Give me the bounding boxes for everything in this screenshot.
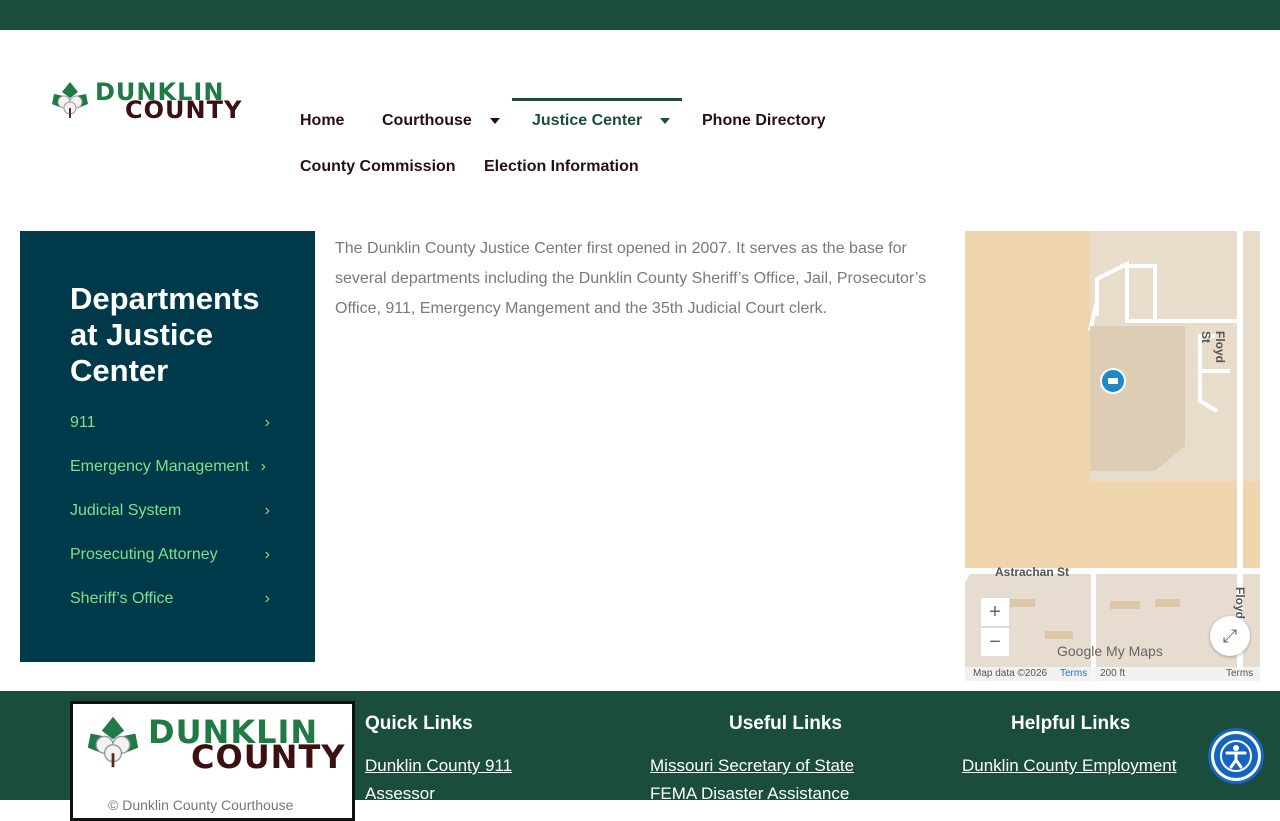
embedded-map[interactable]: Floyd St Astrachan St Floyd + − ⤢ Google… (965, 231, 1260, 681)
map-pin-icon[interactable] (1100, 368, 1126, 394)
chevron-right-icon: › (264, 414, 270, 431)
useful-links-title: Useful Links (729, 713, 842, 734)
footer-link-dunklin-county-911[interactable]: Dunklin County 911 (365, 756, 512, 776)
sidebar-item-sheriffs-office[interactable]: Sheriff’s Office › (70, 590, 270, 608)
sidebar-item-label: Prosecuting Attorney (70, 546, 218, 563)
cotton-boll-icon (87, 716, 139, 768)
map-scale: 200 ft (1100, 668, 1126, 679)
site-footer: DUNKLIN COUNTY © Dunklin County Courthou… (0, 691, 1280, 821)
accessibility-button[interactable] (1208, 728, 1264, 784)
justice-center-description: The Dunklin County Justice Center first … (335, 240, 927, 317)
zoom-out-button[interactable]: − (980, 627, 1010, 657)
map-terms-link[interactable]: Terms (1226, 668, 1253, 679)
sidebar-title: Departments at Justice Center (70, 281, 260, 388)
logo-line2: COUNTY (125, 96, 243, 124)
caret-down-icon (489, 118, 500, 124)
site-logo[interactable]: DUNKLIN COUNTY (50, 78, 241, 122)
nav-election-information-label: Election Information (484, 158, 639, 175)
map-brand: Google My Maps (1057, 643, 1163, 659)
sidebar-item-label: Sheriff’s Office (70, 590, 174, 607)
map-attribution-bar: Map data ©2026 Terms 200 ft Terms (965, 667, 1260, 681)
zoom-in-button[interactable]: + (980, 597, 1010, 627)
sidebar-item-911[interactable]: 911 › (70, 414, 270, 432)
chevron-right-icon: › (264, 590, 270, 607)
nav-election-information[interactable]: Election Information (484, 158, 639, 176)
nav-home-label: Home (300, 112, 345, 129)
footer-logo-box: DUNKLIN COUNTY © Dunklin County Courthou… (70, 701, 355, 821)
copyright-text: © Dunklin County Courthouse (108, 797, 294, 813)
nav-home[interactable]: Home (300, 112, 344, 130)
nav-active-indicator (512, 98, 682, 101)
accessibility-icon (1214, 734, 1258, 778)
departments-sidebar: Departments at Justice Center 911 › Emer… (20, 231, 315, 662)
cotton-boll-icon (52, 82, 88, 118)
chevron-right-icon: › (260, 458, 266, 475)
sidebar-item-label: 911 (70, 414, 96, 431)
footer-link-missouri-sos[interactable]: Missouri Secretary of State (650, 756, 854, 776)
sidebar-item-judicial-system[interactable]: Judicial System › (70, 502, 270, 520)
quick-links-title: Quick Links (365, 713, 473, 734)
map-terms-link[interactable]: Terms (1060, 668, 1087, 679)
sidebar-item-prosecuting-attorney[interactable]: Prosecuting Attorney › (70, 546, 270, 564)
person-icon (1220, 740, 1252, 772)
map-street-label: Astrachan St (995, 565, 1070, 579)
sidebar-item-label: Emergency Management (70, 458, 249, 475)
map-attribution: Map data ©2026 (973, 668, 1048, 679)
footer-link-employment[interactable]: Dunklin County Employment (962, 756, 1176, 776)
nav-county-commission-label: County Commission (300, 158, 456, 175)
caret-down-icon (660, 118, 671, 124)
footer-logo-line2: COUNTY (191, 738, 346, 776)
nav-justice-center[interactable]: Justice Center (532, 112, 671, 130)
chevron-right-icon: › (264, 546, 270, 563)
footer-link-fema[interactable]: FEMA Disaster Assistance (650, 784, 849, 804)
fullscreen-button[interactable]: ⤢ (1210, 616, 1250, 656)
nav-courthouse[interactable]: Courthouse (382, 112, 500, 130)
map-street-label: Floyd (1233, 587, 1247, 619)
map-street-label: Floyd St (1199, 331, 1227, 363)
top-bar (0, 0, 1280, 30)
helpful-links-title: Helpful Links (1011, 713, 1131, 734)
sidebar-item-label: Judicial System (70, 502, 182, 519)
footer-link-assessor[interactable]: Assessor (365, 784, 435, 804)
nav-county-commission[interactable]: County Commission (300, 158, 456, 176)
nav-phone-directory[interactable]: Phone Directory (702, 112, 826, 130)
chevron-right-icon: › (264, 502, 270, 519)
expand-icon: ⤢ (1222, 626, 1238, 646)
nav-justice-center-label: Justice Center (532, 112, 643, 129)
nav-phone-directory-label: Phone Directory (702, 112, 826, 129)
sidebar-item-emergency-management[interactable]: Emergency Management › (70, 458, 266, 476)
nav-courthouse-label: Courthouse (382, 112, 472, 129)
